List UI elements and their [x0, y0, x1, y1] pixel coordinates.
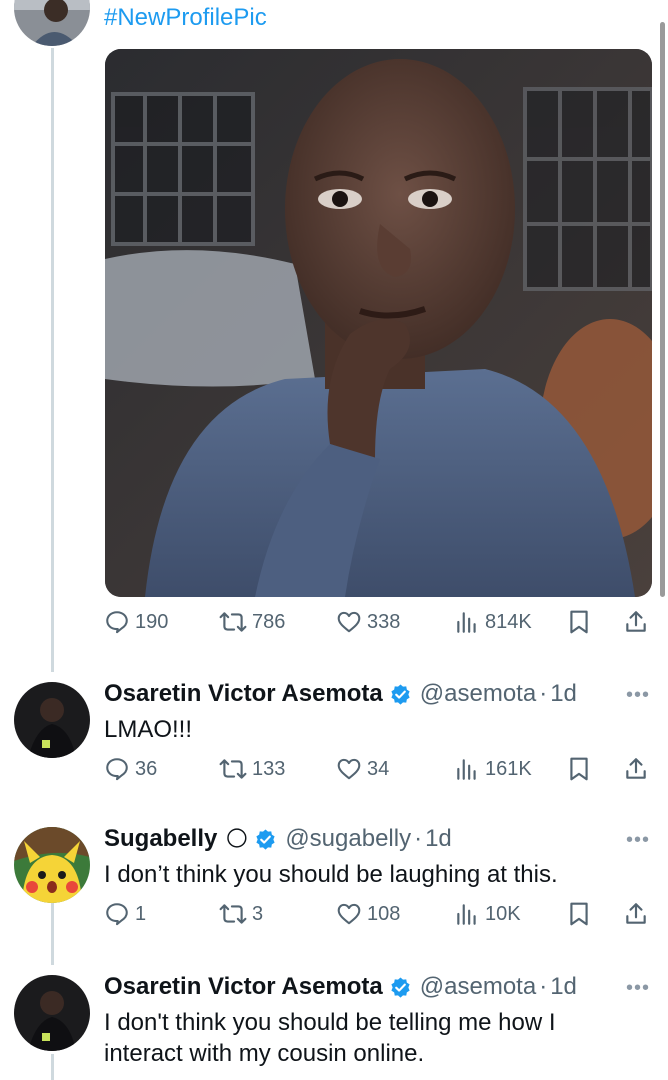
author-row: Sugabelly 🌕 @sugabelly · 1d	[104, 825, 452, 853]
post-hashtag[interactable]: #NewProfilePic	[104, 4, 267, 32]
bookmark-button[interactable]	[567, 609, 591, 635]
views-button[interactable]: 814K	[454, 609, 532, 635]
author-handle[interactable]: @asemota	[420, 973, 536, 1001]
separator-dot: ·	[539, 973, 548, 1000]
author-row: Osaretin Victor Asemota @asemota · 1d	[104, 973, 577, 1001]
author-name[interactable]: Osaretin Victor Asemota	[104, 973, 383, 1001]
author-name[interactable]: Sugabelly	[104, 825, 217, 853]
avatar[interactable]	[14, 0, 90, 46]
post-time[interactable]: 1d	[550, 680, 577, 708]
reply-icon	[106, 758, 128, 781]
views-icon	[457, 904, 476, 925]
like-count: 108	[367, 902, 401, 925]
repost-icon	[219, 904, 247, 924]
views-icon	[457, 759, 476, 780]
post-time[interactable]: 1d	[550, 973, 577, 1001]
bookmark-button[interactable]	[567, 756, 591, 782]
bookmark-button[interactable]	[567, 901, 591, 927]
like-icon	[337, 611, 361, 633]
like-icon	[337, 758, 361, 780]
verified-badge-icon	[256, 828, 275, 850]
post-image[interactable]	[105, 49, 652, 597]
like-button[interactable]: 338	[336, 609, 400, 635]
share-icon	[626, 903, 646, 924]
reply-post[interactable]: Osaretin Victor Asemota @asemota · 1d ••…	[0, 672, 668, 817]
repost-button[interactable]: 133	[219, 756, 285, 782]
post-text: I don’t think you should be laughing at …	[104, 861, 558, 888]
avatar[interactable]	[14, 682, 90, 758]
more-options-button[interactable]: •••	[626, 829, 650, 852]
more-options-button[interactable]: •••	[626, 684, 650, 707]
share-icon	[626, 611, 646, 632]
post-text: LMAO!!!	[104, 716, 193, 743]
author-handle[interactable]: @sugabelly	[285, 825, 411, 853]
verified-badge-icon	[391, 976, 410, 998]
share-icon	[626, 758, 646, 779]
share-button[interactable]	[623, 609, 649, 635]
author-name[interactable]: Osaretin Victor Asemota	[104, 680, 383, 708]
repost-button[interactable]: 3	[219, 901, 263, 927]
reply-button[interactable]: 36	[104, 756, 157, 782]
reply-post[interactable]: Sugabelly 🌕 @sugabelly · 1d ••• I don’t …	[0, 817, 668, 965]
author-row: Osaretin Victor Asemota @asemota · 1d	[104, 680, 577, 708]
post-actions: 1 3 108 10K	[104, 901, 652, 935]
repost-button[interactable]: 786	[219, 609, 285, 635]
bookmark-icon	[570, 902, 588, 926]
reply-button[interactable]: 190	[104, 609, 168, 635]
repost-count: 786	[252, 610, 286, 633]
views-count: 10K	[485, 902, 521, 925]
repost-icon	[219, 612, 247, 632]
like-count: 338	[367, 610, 401, 633]
post-actions: 36 133 34 161K	[104, 756, 652, 790]
reply-count: 190	[135, 610, 169, 633]
post-time[interactable]: 1d	[425, 825, 452, 853]
views-button[interactable]: 10K	[454, 901, 521, 927]
separator-dot: ·	[539, 680, 548, 707]
avatar[interactable]	[14, 975, 90, 1051]
like-count: 34	[367, 757, 390, 780]
reply-post[interactable]: Osaretin Victor Asemota @asemota · 1d ••…	[0, 965, 668, 1080]
bookmark-icon	[570, 610, 588, 634]
share-button[interactable]	[623, 901, 649, 927]
repost-icon	[219, 759, 247, 779]
separator-dot: ·	[414, 825, 423, 852]
moon-emoji-icon: 🌕	[225, 826, 249, 851]
like-icon	[337, 903, 361, 925]
reply-count: 36	[135, 757, 158, 780]
post-actions: 190 786 338 814K	[104, 609, 652, 643]
views-icon	[457, 612, 476, 633]
repost-count: 133	[252, 757, 286, 780]
author-handle[interactable]: @asemota	[420, 680, 536, 708]
views-button[interactable]: 161K	[454, 756, 532, 782]
like-button[interactable]: 108	[336, 901, 400, 927]
views-count: 161K	[485, 757, 532, 780]
repost-count: 3	[252, 902, 264, 925]
share-button[interactable]	[623, 756, 649, 782]
reply-icon	[106, 903, 128, 926]
views-count: 814K	[485, 610, 532, 633]
post-text: I don't think you should be telling me h…	[104, 1009, 556, 1067]
bookmark-icon	[570, 757, 588, 781]
reply-icon	[106, 611, 128, 634]
original-post[interactable]: #NewProfilePic 190 786 338 814K	[0, 0, 668, 672]
avatar[interactable]	[14, 827, 90, 903]
reply-button[interactable]: 1	[104, 901, 146, 927]
like-button[interactable]: 34	[336, 756, 389, 782]
verified-badge-icon	[391, 683, 410, 705]
more-options-button[interactable]: •••	[626, 977, 650, 1000]
reply-count: 1	[135, 902, 147, 925]
